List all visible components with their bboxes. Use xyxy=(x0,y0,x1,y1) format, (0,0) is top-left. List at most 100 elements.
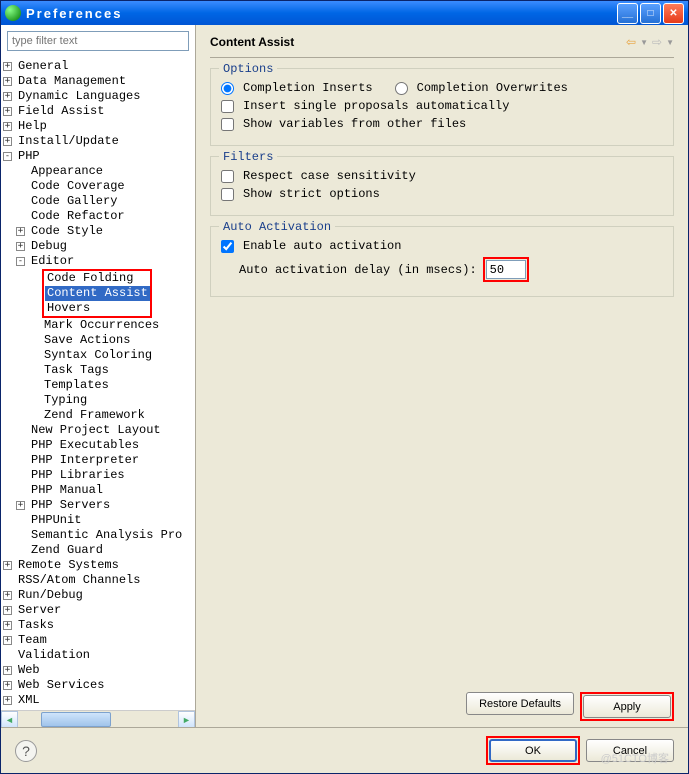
tree-item[interactable]: Semantic Analysis Pro xyxy=(3,528,195,543)
ok-button[interactable]: OK xyxy=(489,739,577,762)
tree-item[interactable]: -PHP xyxy=(3,149,195,164)
tree-item[interactable]: +Remote Systems xyxy=(3,558,195,573)
expand-icon[interactable]: + xyxy=(3,636,12,645)
scroll-thumb[interactable] xyxy=(41,712,111,727)
tree-item[interactable]: PHP Interpreter xyxy=(3,453,195,468)
expand-icon[interactable]: + xyxy=(3,137,12,146)
expand-icon[interactable]: + xyxy=(3,561,12,570)
minimize-button[interactable]: __ xyxy=(617,3,638,24)
forward-icon[interactable]: ⇨ xyxy=(652,35,662,49)
tree-item[interactable]: Code Coverage xyxy=(3,179,195,194)
tree-item[interactable]: Code Folding xyxy=(45,271,149,286)
apply-button[interactable]: Apply xyxy=(583,695,671,718)
expand-icon[interactable]: + xyxy=(3,621,12,630)
tree-item-label: Dynamic Languages xyxy=(16,89,142,104)
tree-item[interactable]: Task Tags xyxy=(3,363,195,378)
expand-icon[interactable]: + xyxy=(3,606,12,615)
tree-item[interactable]: Zend Framework xyxy=(3,408,195,423)
expand-icon[interactable]: + xyxy=(3,591,12,600)
tree-item[interactable]: -Editor xyxy=(3,254,195,269)
tree-highlight: Code FoldingContent AssistHovers xyxy=(42,269,152,318)
horizontal-scrollbar[interactable]: ◄ ► xyxy=(1,710,195,727)
tree-item[interactable]: +General xyxy=(3,59,195,74)
tree-item[interactable]: Save Actions xyxy=(3,333,195,348)
scroll-right-button[interactable]: ► xyxy=(178,711,195,727)
show-vars-label: Show variables from other files xyxy=(243,117,466,131)
back-icon[interactable]: ⇦ xyxy=(626,35,636,49)
expand-icon[interactable]: + xyxy=(16,242,25,251)
delay-input[interactable] xyxy=(486,260,526,279)
tree-item-label: Tasks xyxy=(16,618,56,633)
tree-item[interactable]: +Web xyxy=(3,663,195,678)
filter-input[interactable] xyxy=(7,31,189,51)
expand-icon[interactable]: + xyxy=(16,501,25,510)
preferences-tree[interactable]: +General+Data Management+Dynamic Languag… xyxy=(1,57,195,710)
tree-item[interactable]: +PHP Servers xyxy=(3,498,195,513)
tree-item[interactable]: Mark Occurrences xyxy=(3,318,195,333)
tree-item[interactable]: Syntax Coloring xyxy=(3,348,195,363)
show-vars-checkbox[interactable] xyxy=(221,118,234,131)
tree-item[interactable]: +Install/Update xyxy=(3,134,195,149)
expand-icon[interactable]: + xyxy=(3,77,12,86)
tree-item-label: Save Actions xyxy=(42,333,132,348)
tree-item-label: Appearance xyxy=(29,164,105,179)
insert-single-checkbox[interactable] xyxy=(221,100,234,113)
help-icon[interactable]: ? xyxy=(15,740,37,762)
tree-item[interactable]: Zend Guard xyxy=(3,543,195,558)
expand-icon[interactable]: + xyxy=(3,107,12,116)
tree-item[interactable]: Templates xyxy=(3,378,195,393)
scroll-left-button[interactable]: ◄ xyxy=(1,711,18,727)
tree-item[interactable]: RSS/Atom Channels xyxy=(3,573,195,588)
respect-case-checkbox[interactable] xyxy=(221,170,234,183)
tree-item[interactable]: + Dynamic Languages xyxy=(3,89,195,104)
tree-item[interactable]: Code Refactor xyxy=(3,209,195,224)
restore-defaults-button[interactable]: Restore Defaults xyxy=(466,692,574,715)
enable-auto-checkbox[interactable] xyxy=(221,240,234,253)
tree-item[interactable]: +Data Management xyxy=(3,74,195,89)
expand-icon[interactable]: + xyxy=(16,227,25,236)
expand-icon[interactable]: + xyxy=(3,696,12,705)
tree-item[interactable]: +XML xyxy=(3,693,195,708)
page-title: Content Assist xyxy=(210,35,626,49)
tree-item[interactable]: +Help xyxy=(3,119,195,134)
expand-icon[interactable]: + xyxy=(3,92,12,101)
tree-item[interactable]: Code Gallery xyxy=(3,194,195,209)
tree-item-label: PHP Executables xyxy=(29,438,141,453)
tree-item[interactable]: Content Assist xyxy=(45,286,149,301)
tree-item[interactable]: +Debug xyxy=(3,239,195,254)
tree-item-label: Run/Debug xyxy=(16,588,85,603)
completion-inserts-radio[interactable] xyxy=(221,82,234,95)
expand-icon[interactable]: + xyxy=(3,62,12,71)
tree-item[interactable]: +Web Services xyxy=(3,678,195,693)
expand-icon[interactable]: + xyxy=(3,122,12,131)
completion-overwrites-radio[interactable] xyxy=(395,82,408,95)
tree-item[interactable]: New Project Layout xyxy=(3,423,195,438)
tree-item[interactable]: + Tasks xyxy=(3,618,195,633)
tree-item[interactable]: +Field Assist xyxy=(3,104,195,119)
maximize-button[interactable]: □ xyxy=(640,3,661,24)
tree-item[interactable]: Typing xyxy=(3,393,195,408)
tree-item-label: PHP xyxy=(16,149,42,164)
tree-item-label: Mark Occurrences xyxy=(42,318,161,333)
collapse-icon[interactable]: - xyxy=(16,257,25,266)
expand-icon[interactable]: + xyxy=(3,666,12,675)
tree-item[interactable]: + Run/Debug xyxy=(3,588,195,603)
expand-icon[interactable]: + xyxy=(3,681,12,690)
tree-item[interactable]: +Team xyxy=(3,633,195,648)
tree-item[interactable]: PHPUnit xyxy=(3,513,195,528)
tree-item[interactable]: PHP Manual xyxy=(3,483,195,498)
tree-item[interactable]: Hovers xyxy=(45,301,149,316)
titlebar[interactable]: Preferences __ □ ✕ xyxy=(1,1,688,25)
close-button[interactable]: ✕ xyxy=(663,3,684,24)
tree-item[interactable]: PHP Libraries xyxy=(3,468,195,483)
tree-item[interactable]: +Code Style xyxy=(3,224,195,239)
tree-item[interactable]: Validation xyxy=(3,648,195,663)
tree-item[interactable]: +Server xyxy=(3,603,195,618)
forward-menu-icon[interactable]: ▼ xyxy=(666,38,674,47)
collapse-icon[interactable]: - xyxy=(3,152,12,161)
insert-single-label: Insert single proposals automatically xyxy=(243,99,509,113)
tree-item[interactable]: Appearance xyxy=(3,164,195,179)
tree-item[interactable]: PHP Executables xyxy=(3,438,195,453)
back-menu-icon[interactable]: ▼ xyxy=(640,38,648,47)
show-strict-checkbox[interactable] xyxy=(221,188,234,201)
